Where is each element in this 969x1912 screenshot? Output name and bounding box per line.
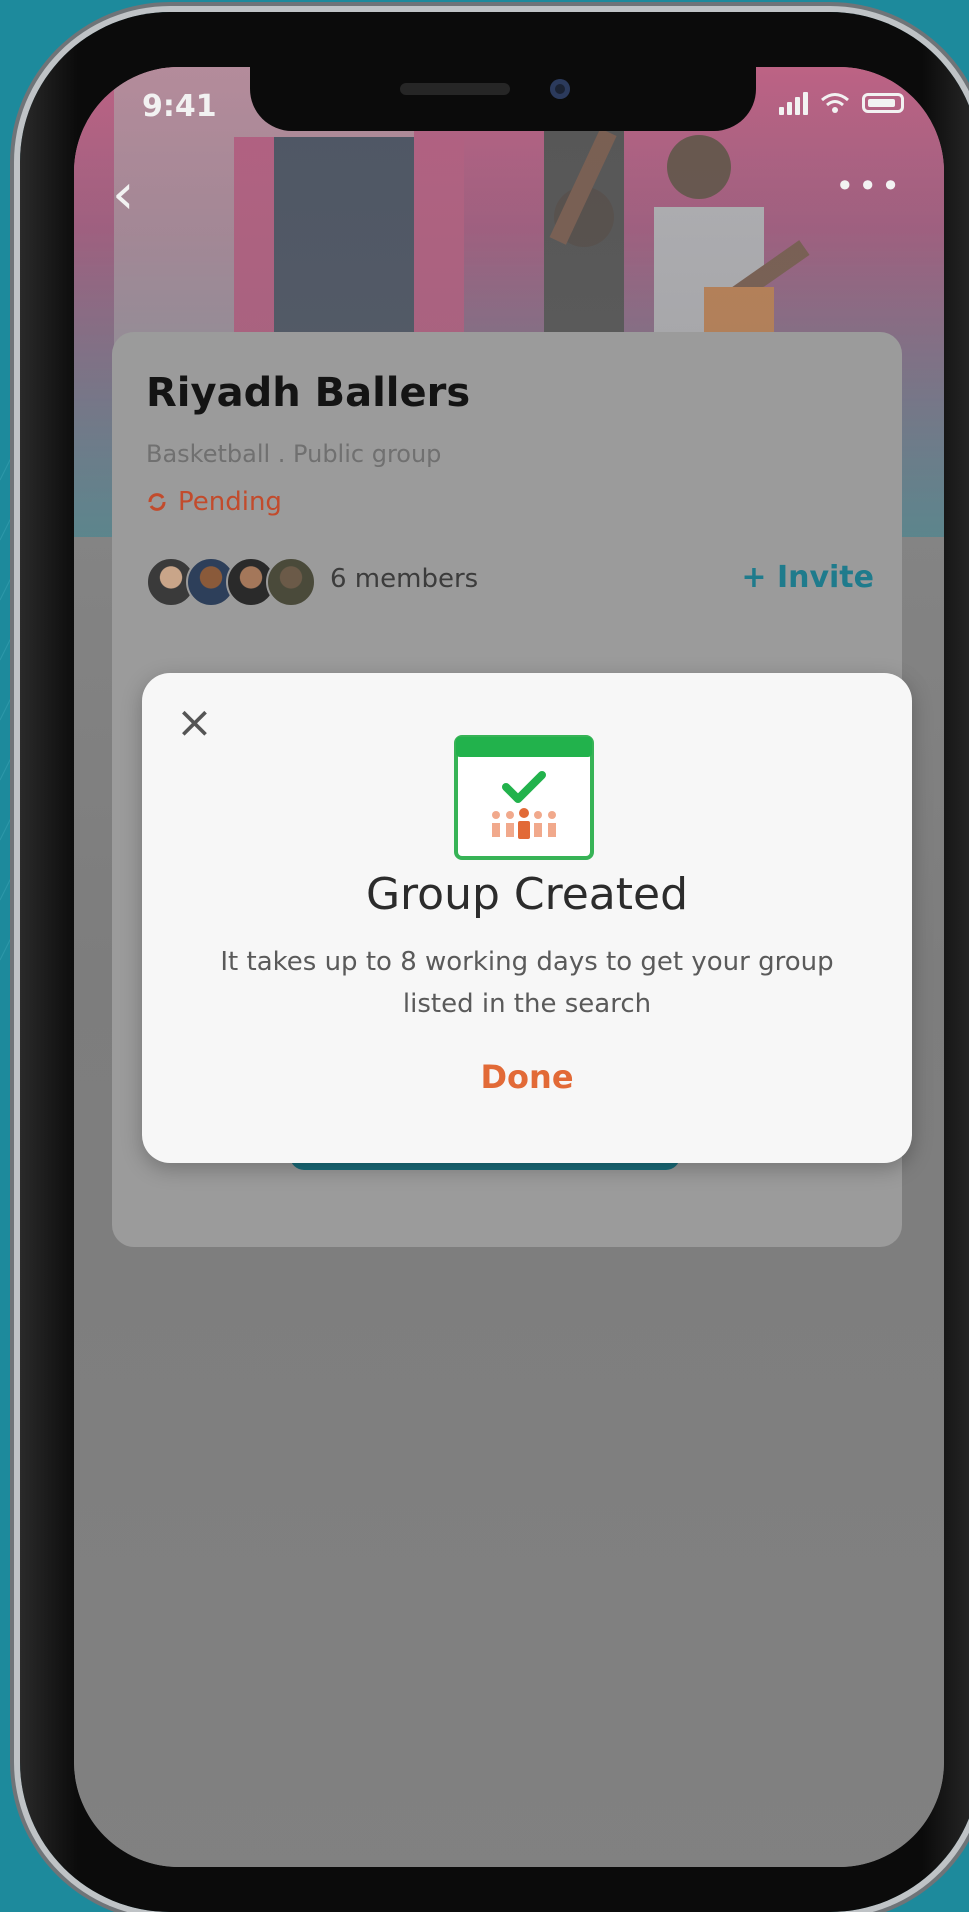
members-count[interactable]: 6 members	[330, 564, 478, 594]
status-text: Pending	[178, 487, 282, 517]
sync-icon	[148, 493, 166, 511]
dialog-title: Group Created	[365, 869, 689, 920]
battery-icon	[862, 93, 904, 113]
status-icons	[779, 91, 904, 115]
close-icon[interactable]: ×	[176, 701, 213, 745]
status-time: 9:41	[142, 89, 217, 124]
done-button[interactable]: Done	[142, 1058, 912, 1096]
group-name: Riyadh Ballers	[146, 370, 471, 416]
invite-label: Invite	[776, 560, 874, 595]
wifi-icon	[821, 93, 849, 113]
avatar	[266, 557, 316, 607]
more-options-icon[interactable]: •••	[835, 167, 904, 205]
group-meta: Basketball . Public group	[146, 440, 442, 468]
invite-button[interactable]: + Invite	[741, 560, 874, 595]
phone-frame: 9:41 ‹ ••• Riyadh Ballers Basketball . P…	[20, 12, 969, 1912]
status-badge: Pending	[146, 487, 282, 517]
plus-icon: +	[741, 560, 777, 595]
group-created-dialog: × Group Created It takes up to 8 working…	[142, 673, 912, 1163]
dialog-message: It takes up to 8 working days to get you…	[220, 947, 834, 1019]
app-screen: 9:41 ‹ ••• Riyadh Ballers Basketball . P…	[74, 67, 944, 1867]
member-avatars[interactable]	[146, 557, 316, 607]
back-chevron-icon[interactable]: ‹	[112, 167, 134, 223]
device-notch	[250, 67, 756, 131]
front-camera	[550, 79, 570, 99]
signal-icon	[779, 91, 808, 115]
speaker-grille	[400, 83, 510, 95]
calendar-check-group-icon	[454, 735, 594, 860]
